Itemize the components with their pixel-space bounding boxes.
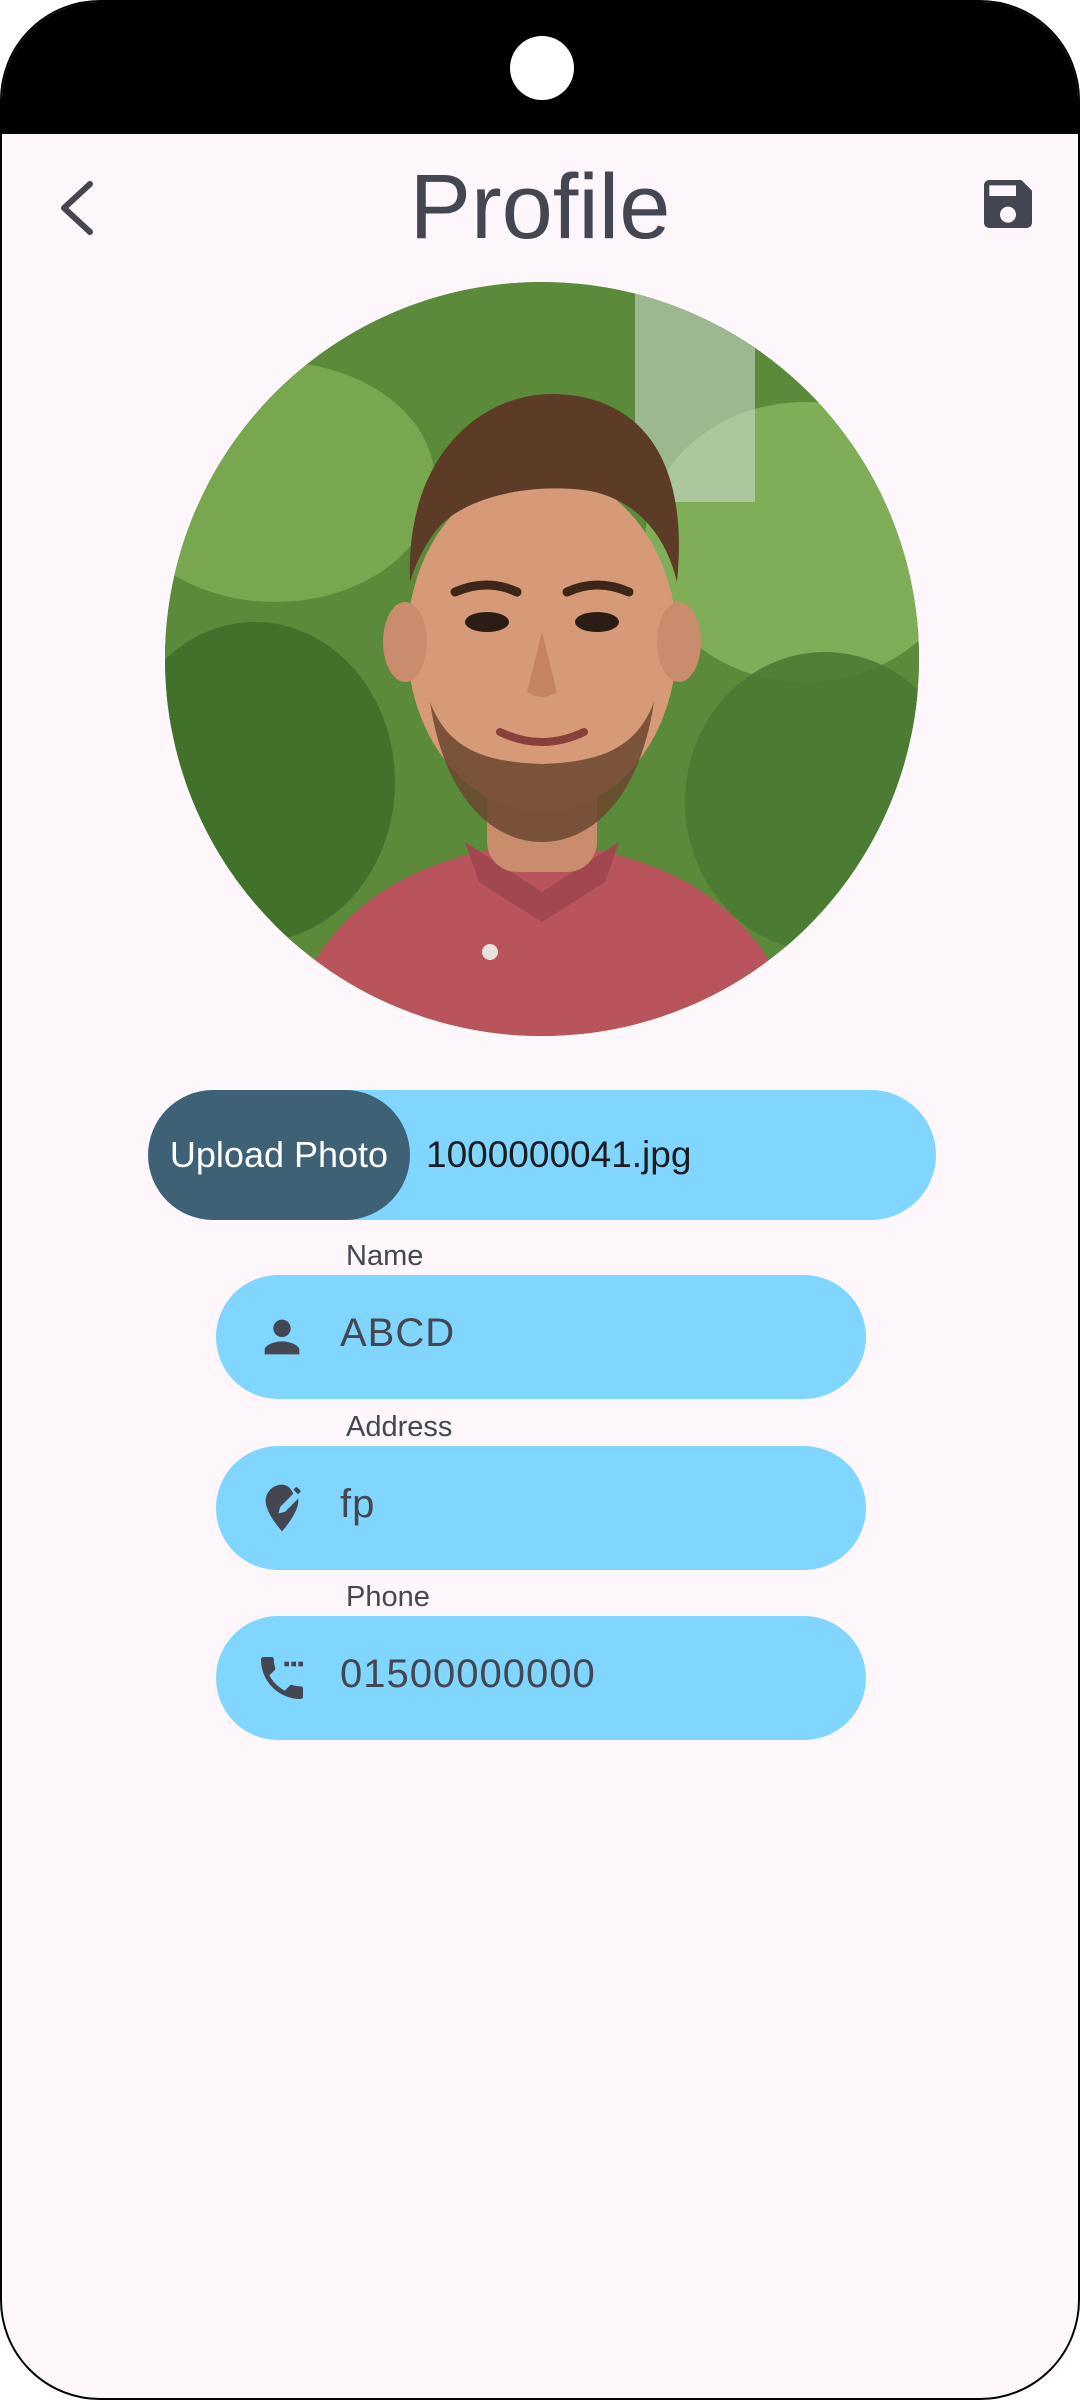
floppy-disk-icon <box>984 180 1032 228</box>
selected-file-name: 1000000041.jpg <box>426 1134 692 1175</box>
person-icon <box>250 1305 314 1369</box>
name-field[interactable]: Name ABCD <box>216 1239 866 1399</box>
name-input[interactable]: ABCD <box>340 1309 455 1357</box>
upload-photo-button[interactable]: Upload Photo <box>148 1090 410 1220</box>
address-input[interactable]: fp <box>340 1480 375 1528</box>
phone-screen: Profile Upload Photo 1000000041.jpg Name… <box>0 0 1080 2400</box>
profile-photo-illustration <box>165 282 919 1036</box>
address-field[interactable]: Address fp <box>216 1410 866 1570</box>
profile-photo[interactable] <box>165 282 919 1036</box>
phone-input[interactable]: 01500000000 <box>340 1650 596 1698</box>
status-bar <box>2 2 1078 134</box>
address-field-label: Address <box>340 1410 459 1445</box>
camera-cutout <box>510 36 574 100</box>
name-field-label: Name <box>340 1239 430 1274</box>
photo-upload-row: Upload Photo 1000000041.jpg <box>148 1090 936 1220</box>
page-title: Profile <box>409 156 671 258</box>
save-button[interactable] <box>968 164 1048 244</box>
app-bar: Profile <box>2 134 1078 284</box>
phone-field[interactable]: Phone 01500000000 <box>216 1580 866 1740</box>
phone-icon <box>250 1646 314 1710</box>
phone-field-label: Phone <box>340 1580 436 1615</box>
edit-location-icon <box>250 1476 314 1540</box>
